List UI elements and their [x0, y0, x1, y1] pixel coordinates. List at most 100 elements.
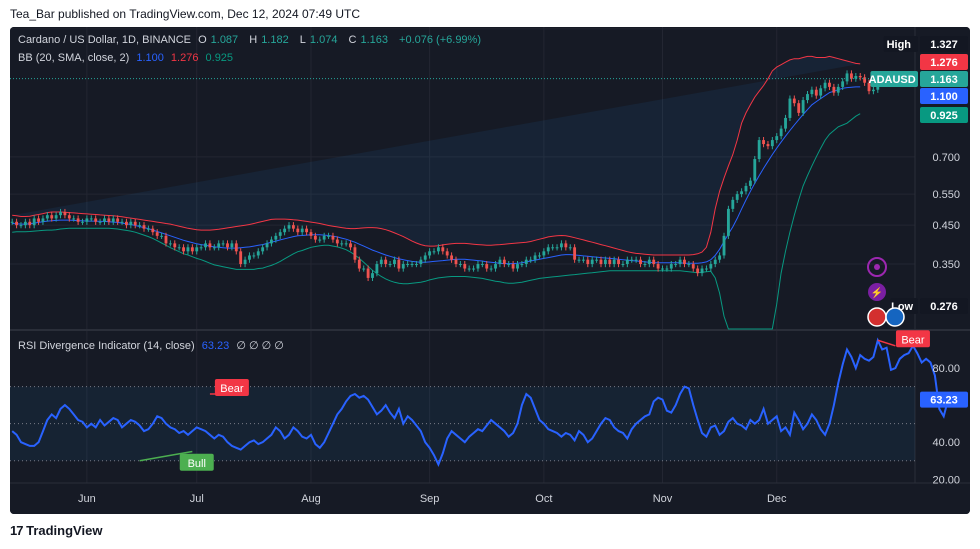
candle-body [529, 259, 533, 261]
candle-body [393, 259, 396, 265]
price-axis-tick: 0.700 [932, 152, 960, 164]
rsi-axis-tick: 40.00 [932, 437, 960, 449]
candle-body [863, 77, 867, 83]
lightning-glyph: ⚡ [871, 286, 883, 299]
candle-body [560, 243, 563, 248]
price-tag-value: 0.276 [930, 301, 958, 313]
candle-body [362, 268, 366, 270]
candle-body [133, 221, 137, 226]
candle-body [458, 264, 462, 266]
candle-body [709, 264, 713, 269]
candle-body [498, 259, 502, 265]
candle-body [678, 259, 682, 265]
candle-body [401, 264, 405, 269]
candle-body [265, 243, 269, 248]
candle-body [19, 225, 23, 227]
candle-body [116, 218, 120, 222]
candle-body [278, 232, 282, 236]
candle-body [151, 228, 155, 233]
candle-body [454, 259, 458, 265]
candle-body [472, 268, 475, 270]
candle-body [239, 251, 243, 265]
rsi-value-tag: 63.23 [930, 395, 958, 407]
candle-body [423, 255, 427, 260]
purple-circle-icon-dot [874, 264, 880, 270]
bb-title[interactable]: BB (20, SMA, close, 2) [18, 52, 129, 64]
candle-body [489, 268, 493, 270]
us-flag-icon[interactable] [885, 307, 905, 327]
candle-body [300, 228, 304, 233]
price-tag-value: 1.163 [930, 74, 958, 86]
time-axis-tick: Jun [78, 493, 96, 505]
ohlc-open: O 1.087 [198, 34, 239, 46]
candle-body [590, 259, 594, 265]
time-axis-tick: Jul [190, 493, 204, 505]
candle-body [762, 140, 765, 145]
candle-body [313, 235, 317, 240]
candle-body [331, 235, 335, 240]
candle-body [467, 268, 471, 270]
candle-body [67, 215, 71, 219]
candle-body [353, 247, 357, 260]
candle-body [683, 259, 686, 265]
candle-body [322, 235, 326, 240]
ohlc-high: H 1.182 [249, 34, 289, 46]
candle-body [806, 94, 809, 101]
candle-body [836, 86, 840, 93]
bb-lower-value: 0.925 [205, 52, 234, 64]
bb-basis-value: 1.100 [136, 52, 164, 64]
candle-body [76, 218, 80, 222]
candle-body [639, 259, 642, 265]
candle-body [107, 218, 111, 222]
candle-body [428, 251, 432, 256]
candle-body [397, 259, 401, 269]
candle-body [28, 221, 32, 226]
bull-label: Bull [188, 458, 206, 470]
publisher-credit: Tea_Bar published on TradingView.com, De… [10, 7, 360, 21]
chart-frame[interactable]: 0.700 0.550 0.450 0.350 High 1.327 1.276 ADAUSD… [10, 27, 970, 514]
price-tag-value: 1.100 [930, 91, 958, 103]
time-axis-tick: Aug [301, 493, 321, 505]
symbol-title[interactable]: Cardano / US Dollar, 1D, BINANCE [18, 34, 191, 46]
price-tag-label: High [887, 39, 912, 51]
candle-body [551, 247, 555, 249]
rsi-axis-tick: 20.00 [932, 474, 960, 486]
candle-body [586, 259, 590, 265]
candle-body [248, 255, 251, 260]
candle-body [309, 232, 313, 236]
candle-body [270, 239, 273, 244]
candle-body [89, 218, 93, 220]
time-axis-tick: Dec [767, 493, 787, 505]
candle-body [726, 208, 730, 236]
price-axis-tick: 0.350 [932, 259, 960, 271]
tradingview-logo: 17 TradingView [10, 523, 102, 538]
candle-body [379, 259, 383, 265]
candle-body [792, 98, 796, 104]
candle-body [138, 225, 142, 227]
candle-body [819, 88, 823, 96]
candle-body [226, 243, 229, 248]
candle-body [103, 218, 106, 222]
candle-body [779, 128, 783, 137]
candle-body [177, 247, 181, 249]
candle-body [581, 259, 585, 261]
candle-body [15, 221, 19, 226]
candle-body [656, 264, 660, 269]
candle-body [524, 259, 528, 265]
rsi-title[interactable]: RSI Divergence Indicator (14, close) [18, 340, 195, 352]
candle-body [445, 251, 449, 256]
candle-body [195, 247, 199, 252]
candle-body [81, 221, 84, 223]
candle-body [230, 243, 234, 248]
price-tag-value: 1.327 [930, 39, 958, 51]
us-flag-icon[interactable] [867, 307, 887, 327]
chart-canvas[interactable]: 0.700 0.550 0.450 0.350 High 1.327 1.276 ADAUSD… [10, 27, 970, 514]
bear-label: Bear [901, 334, 925, 346]
candle-body [349, 243, 352, 248]
candle-body [287, 225, 291, 229]
candle-body [261, 247, 265, 252]
candle-body [731, 199, 735, 209]
candle-body [450, 255, 454, 260]
candle-body [810, 89, 814, 95]
candle-body [463, 264, 467, 269]
